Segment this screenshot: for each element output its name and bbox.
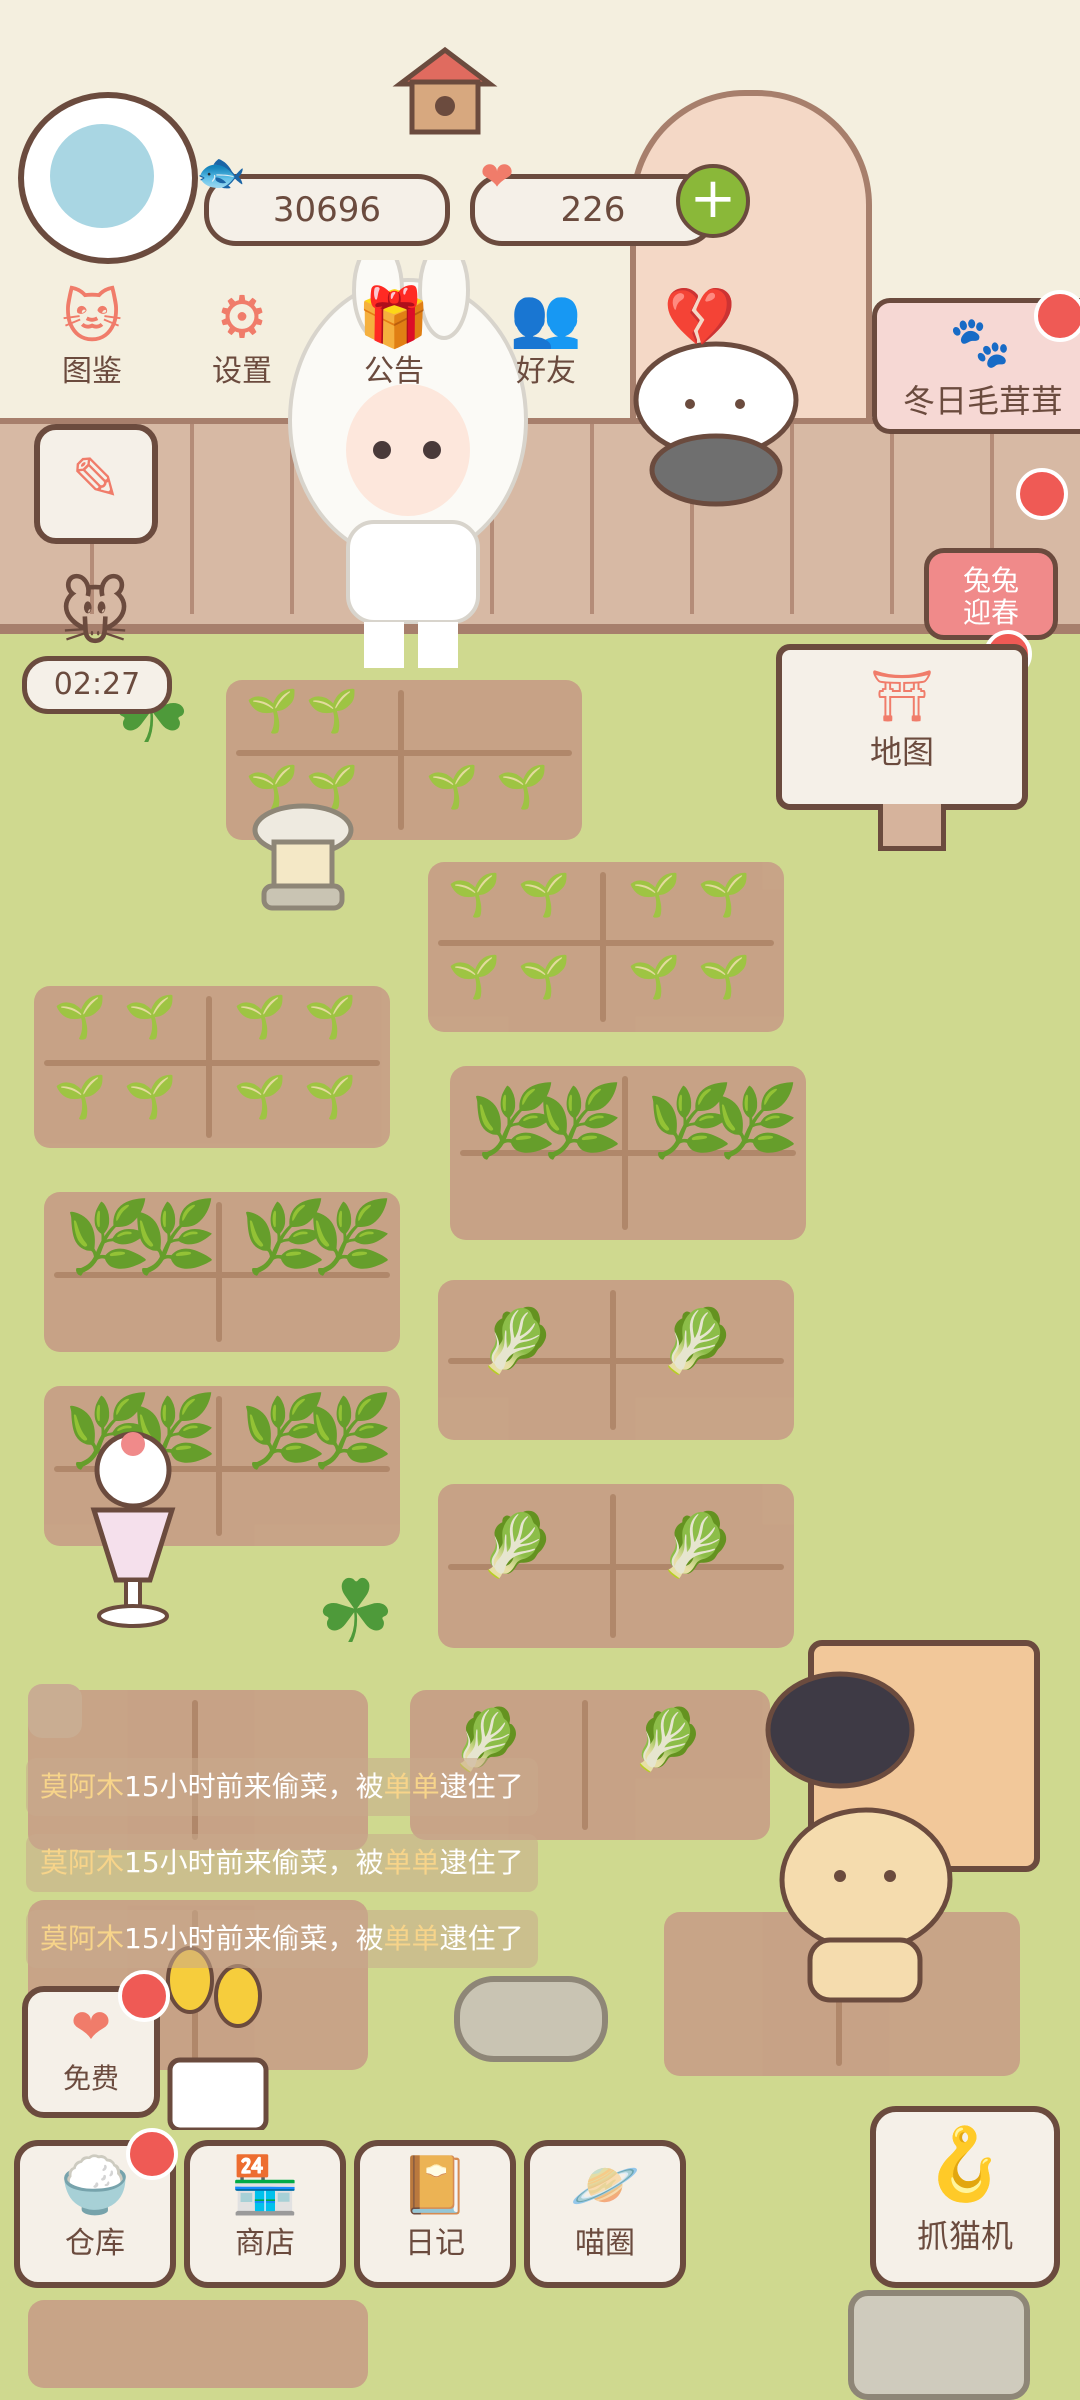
log-thief-name: 莫阿木: [40, 1922, 125, 1955]
winter-event-label: 冬日毛茸茸: [902, 382, 1063, 420]
log-text-a: 15小时前来偷菜，被: [124, 1922, 384, 1955]
menu-label: 设置: [212, 354, 272, 389]
menu-label: 公告: [364, 354, 424, 389]
pencil-icon: ✎: [70, 445, 122, 515]
menu-label: 图鉴: [62, 354, 122, 389]
menu-mail[interactable]: 💔: [640, 282, 760, 402]
claw-machine-label: 抓猫机: [916, 2217, 1013, 2255]
sign-pole: [878, 804, 946, 851]
heart-icon: ❤: [480, 154, 514, 200]
menu-settings[interactable]: ⚙ 设置: [182, 282, 302, 402]
log-text-b: 逮住了: [439, 1770, 524, 1803]
mouse-icon[interactable]: 🐭: [30, 574, 160, 654]
diary-button[interactable]: 📔 日记: [354, 2140, 516, 2288]
log-thief-name: 莫阿木: [40, 1846, 125, 1879]
crop-plot[interactable]: [28, 2300, 368, 2388]
cat-circle-button[interactable]: 🪐 喵圈: [524, 2140, 686, 2288]
activity-log-entry: 莫阿木15小时前来偷菜，被单单逮住了: [26, 1910, 538, 1968]
log-text-b: 逮住了: [439, 1922, 524, 1955]
log-text-b: 逮住了: [439, 1846, 524, 1879]
birdhouse-icon: [392, 46, 498, 135]
notes-button[interactable]: ✎: [34, 424, 158, 544]
menu-collection[interactable]: 🐱 图鉴: [32, 282, 152, 402]
shop-icon: 🏪: [230, 2153, 300, 2218]
log-catcher-name: 单单: [383, 1770, 440, 1803]
stone-lantern: [248, 800, 358, 920]
bunny-event-line2: 迎春: [962, 596, 1019, 629]
log-text-a: 15小时前来偷菜，被: [124, 1770, 384, 1803]
cat-circle-label: 喵圈: [575, 2226, 635, 2261]
clover-icon: ☘: [316, 1560, 395, 1663]
bunny-event-line1: 兔兔: [962, 564, 1019, 597]
diary-label: 日记: [405, 2226, 465, 2261]
menu-announcement[interactable]: 🎁 公告: [334, 282, 454, 402]
fish-count: 30696: [272, 190, 382, 230]
notification-dot: [1034, 290, 1080, 342]
crop-plot[interactable]: 🥬 🥬: [438, 1484, 794, 1648]
garden-rock: [454, 1976, 608, 2062]
friends-icon: 👥: [509, 283, 583, 351]
cat-head-icon: 🐱: [61, 283, 123, 351]
map-label: 地图: [869, 733, 934, 771]
dogs-pair[interactable]: [720, 1650, 980, 2010]
notification-dot: [126, 2128, 178, 2180]
crop-plot[interactable]: 🌿 🌿 🌿 🌿: [44, 1192, 400, 1352]
planet-cat-icon: 🪐: [570, 2153, 640, 2218]
activity-log-entry: 莫阿木15小时前来偷菜，被单单逮住了: [26, 1758, 538, 1816]
gear-icon: ⚙: [216, 283, 268, 351]
crop-plot[interactable]: 🌱 🌱 🌱 🌱 🌱 🌱 🌱 🌱: [428, 862, 784, 1032]
gift-icon: 🎁: [357, 283, 431, 351]
player-avatar[interactable]: [18, 92, 198, 264]
crop-plot[interactable]: 🌱 🌱 🌱 🌱 🌱 🌱 🌱 🌱: [34, 986, 390, 1148]
parfait-decoration: [78, 1430, 188, 1630]
crop-plot[interactable]: 🌿 🌿 🌿 🌿: [450, 1066, 806, 1240]
notification-dot: [1016, 468, 1068, 520]
log-text-a: 15小时前来偷菜，被: [124, 1846, 384, 1879]
heart-count: 226: [560, 190, 626, 230]
chat-toggle[interactable]: [28, 1684, 82, 1738]
broken-heart-icon: 💔: [663, 283, 737, 351]
bunny-spring-event[interactable]: 兔兔 迎春: [924, 548, 1058, 640]
fish-icon: 🐟: [196, 150, 246, 196]
log-catcher-name: 单单: [383, 1846, 440, 1879]
add-currency-button[interactable]: +: [676, 164, 750, 238]
free-label: 免费: [62, 2062, 119, 2095]
cat-bed: [848, 2290, 1030, 2400]
paw-icon: 🐾: [949, 313, 1012, 371]
log-thief-name: 莫阿木: [40, 1770, 125, 1803]
gate-icon: ⛩: [870, 667, 934, 725]
avatar-portrait: [50, 124, 154, 228]
diary-icon: 📔: [400, 2153, 470, 2218]
map-sign[interactable]: ⛩ 地图: [776, 644, 1028, 851]
activity-log-entry: 莫阿木15小时前来偷菜，被单单逮住了: [26, 1834, 538, 1892]
claw-machine-button[interactable]: 🪝 抓猫机: [870, 2106, 1060, 2288]
notification-dot: [118, 1970, 170, 2022]
crop-plot[interactable]: 🥬 🥬: [438, 1280, 794, 1440]
shop-label: 商店: [235, 2226, 295, 2261]
mouse-timer: 02:27: [22, 656, 172, 714]
log-catcher-name: 单单: [383, 1922, 440, 1955]
menu-friends[interactable]: 👥 好友: [486, 282, 606, 402]
warehouse-label: 仓库: [65, 2226, 125, 2261]
claw-icon: 🪝: [921, 2123, 1009, 2205]
shop-button[interactable]: 🏪 商店: [184, 2140, 346, 2288]
menu-label: 好友: [516, 354, 576, 389]
